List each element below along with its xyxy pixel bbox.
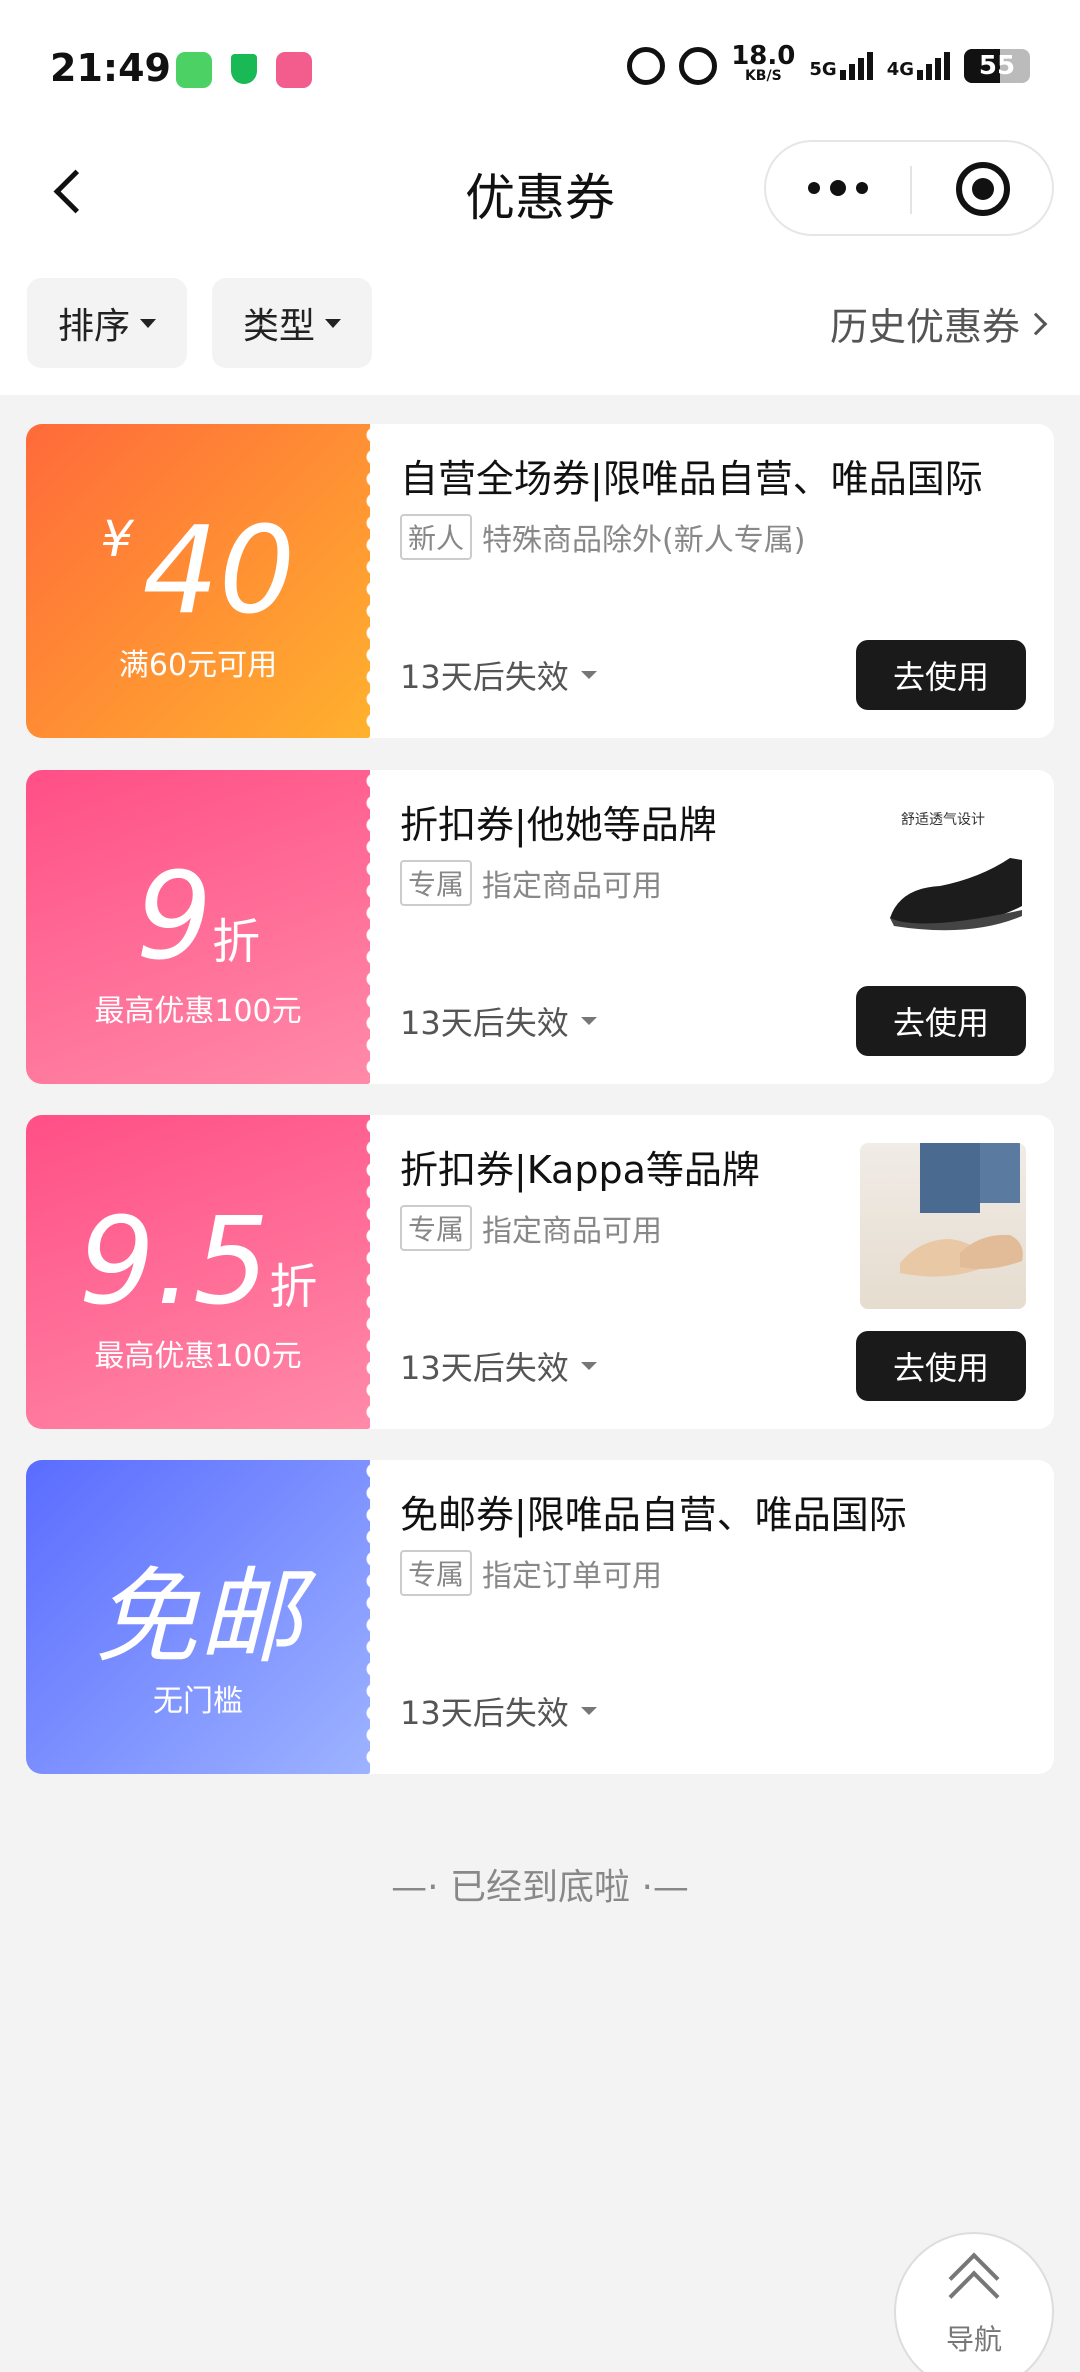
perforation-edge bbox=[360, 1460, 380, 1774]
coupon-title: 折扣券|Kappa等品牌 bbox=[400, 1148, 760, 1192]
use-coupon-button[interactable]: 去使用 bbox=[856, 640, 1026, 710]
coupon-condition: 最高优惠100元 bbox=[94, 994, 302, 1029]
caret-down-icon bbox=[140, 318, 156, 328]
perforation-edge bbox=[360, 1115, 380, 1429]
coupon-desc: 特殊商品除外(新人专属) bbox=[482, 523, 806, 558]
sort-label: 排序 bbox=[57, 306, 130, 347]
coupon-desc: 指定订单可用 bbox=[482, 1559, 663, 1594]
navigation-fab[interactable]: 导航 bbox=[894, 2232, 1054, 2372]
coupon-title: 自营全场券|限唯品自营、唯品国际 bbox=[400, 457, 983, 501]
use-coupon-button[interactable]: 去使用 bbox=[856, 1331, 1026, 1401]
mini-program-capsule bbox=[764, 140, 1054, 236]
bilibili-app-icon bbox=[276, 52, 312, 88]
coupon-info: 折扣券|Kappa等品牌 专属 指定商品可用 13天后失效 去使用 bbox=[400, 1115, 1026, 1429]
coupon-badge: 新人 bbox=[400, 514, 473, 560]
coupon-title: 折扣券|他她等品牌 bbox=[400, 803, 717, 847]
product-thumbnail[interactable]: 舒适透气设计 bbox=[860, 798, 1026, 964]
caret-down-icon bbox=[580, 671, 597, 679]
coupon-amount: ¥40 bbox=[100, 502, 296, 641]
coupon-value-panel: 9.5折 最高优惠100元 bbox=[26, 1115, 370, 1429]
coupon-info: 折扣券|他她等品牌 专属 指定商品可用 舒适透气设计 13天后失效 去使用 bbox=[400, 770, 1026, 1084]
coupon-value-panel: ¥40 满60元可用 bbox=[26, 424, 370, 738]
signal-5g-icon: 5G bbox=[809, 52, 873, 80]
coupon-condition: 无门槛 bbox=[153, 1684, 243, 1719]
coupon-condition: 满60元可用 bbox=[118, 648, 278, 683]
coupon-condition: 最高优惠100元 bbox=[94, 1339, 302, 1374]
coupon-amount: 9折 bbox=[135, 848, 261, 987]
type-label: 类型 bbox=[242, 306, 315, 347]
status-indicators: 18.0 KB/S 5G 4G 55 bbox=[627, 41, 1030, 86]
caret-down-icon bbox=[580, 1017, 597, 1025]
coupon-amount: 免邮 bbox=[93, 1556, 302, 1678]
status-app-icons bbox=[176, 52, 312, 88]
coupon-info: 自营全场券|限唯品自营、唯品国际 新人 特殊商品除外(新人专属) 13天后失效 … bbox=[400, 424, 1026, 738]
signal-4g-icon: 4G bbox=[887, 52, 950, 80]
shoe-image bbox=[900, 1143, 1023, 1277]
coupon-info: 免邮券|限唯品自营、唯品国际 专属 指定订单可用 13天后失效 bbox=[400, 1460, 1026, 1774]
coupon-title: 免邮券|限唯品自营、唯品国际 bbox=[400, 1493, 907, 1537]
status-bar: 21:49 18.0 KB/S 5G 4G 55 bbox=[0, 0, 1080, 140]
product-thumbnail[interactable] bbox=[860, 1143, 1026, 1309]
caret-down-icon bbox=[580, 1707, 597, 1715]
nav-fab-label: 导航 bbox=[945, 2323, 1002, 2356]
coupon-amount: 9.5折 bbox=[78, 1193, 318, 1332]
perforation-edge bbox=[360, 770, 380, 1084]
nav-bar: 优惠券 bbox=[0, 140, 1080, 270]
coupon-expiry-toggle[interactable]: 13天后失效 bbox=[400, 1343, 597, 1389]
coupon-expiry-toggle[interactable]: 13天后失效 bbox=[400, 652, 597, 698]
status-time: 21:49 bbox=[50, 46, 171, 90]
security-shield-icon bbox=[226, 52, 262, 88]
caret-down-icon bbox=[580, 1362, 597, 1370]
coupon-card: 免邮 无门槛 免邮券|限唯品自营、唯品国际 专属 指定订单可用 13天后失效 bbox=[26, 1460, 1054, 1774]
coupon-card: ¥40 满60元可用 自营全场券|限唯品自营、唯品国际 新人 特殊商品除外(新人… bbox=[26, 424, 1054, 738]
use-coupon-button[interactable]: 去使用 bbox=[856, 986, 1026, 1056]
coupon-tag-row: 专属 指定商品可用 bbox=[400, 860, 662, 906]
coupon-expiry-toggle[interactable]: 13天后失效 bbox=[400, 998, 597, 1044]
coupon-value-panel: 免邮 无门槛 bbox=[26, 1460, 370, 1774]
caret-down-icon bbox=[325, 318, 341, 328]
type-dropdown[interactable]: 类型 bbox=[212, 278, 372, 368]
coupon-badge: 专属 bbox=[400, 860, 473, 906]
coupon-card: 9.5折 最高优惠100元 折扣券|Kappa等品牌 专属 指定商品可用 13天… bbox=[26, 1115, 1054, 1429]
mute-bell-icon bbox=[679, 47, 718, 85]
network-speed: 18.0 KB/S bbox=[731, 41, 796, 84]
target-circle-icon[interactable] bbox=[956, 162, 1010, 216]
chevron-right-icon bbox=[1024, 312, 1048, 335]
message-app-icon bbox=[176, 52, 212, 88]
coupon-tag-row: 新人 特殊商品除外(新人专属) bbox=[400, 514, 805, 560]
battery-icon: 55 bbox=[964, 49, 1030, 83]
history-coupons-link[interactable]: 历史优惠券 bbox=[829, 296, 1048, 351]
history-label: 历史优惠券 bbox=[829, 305, 1020, 349]
coupon-tag-row: 专属 指定商品可用 bbox=[400, 1205, 662, 1251]
coupon-value-panel: 9折 最高优惠100元 bbox=[26, 770, 370, 1084]
alarm-icon bbox=[627, 47, 666, 85]
filter-bar: 排序 类型 历史优惠券 bbox=[0, 270, 1080, 395]
capsule-divider bbox=[910, 166, 912, 214]
coupon-tag-row: 专属 指定订单可用 bbox=[400, 1550, 662, 1596]
more-dots-icon[interactable] bbox=[766, 142, 910, 234]
coupon-card: 9折 最高优惠100元 折扣券|他她等品牌 专属 指定商品可用 舒适透气设计 1… bbox=[26, 770, 1054, 1084]
coupon-desc: 指定商品可用 bbox=[482, 869, 663, 904]
end-of-list-text: —· 已经到底啦 ·— bbox=[391, 1867, 689, 1908]
coupon-desc: 指定商品可用 bbox=[482, 1214, 663, 1249]
coupon-badge: 专属 bbox=[400, 1205, 473, 1251]
coupon-expiry-toggle[interactable]: 13天后失效 bbox=[400, 1688, 597, 1734]
perforation-edge bbox=[360, 424, 380, 738]
sort-dropdown[interactable]: 排序 bbox=[27, 278, 187, 368]
shoe-image: 舒适透气设计 bbox=[890, 812, 1022, 931]
thumb-caption: 舒适透气设计 bbox=[901, 812, 985, 828]
coupon-badge: 专属 bbox=[400, 1550, 473, 1596]
